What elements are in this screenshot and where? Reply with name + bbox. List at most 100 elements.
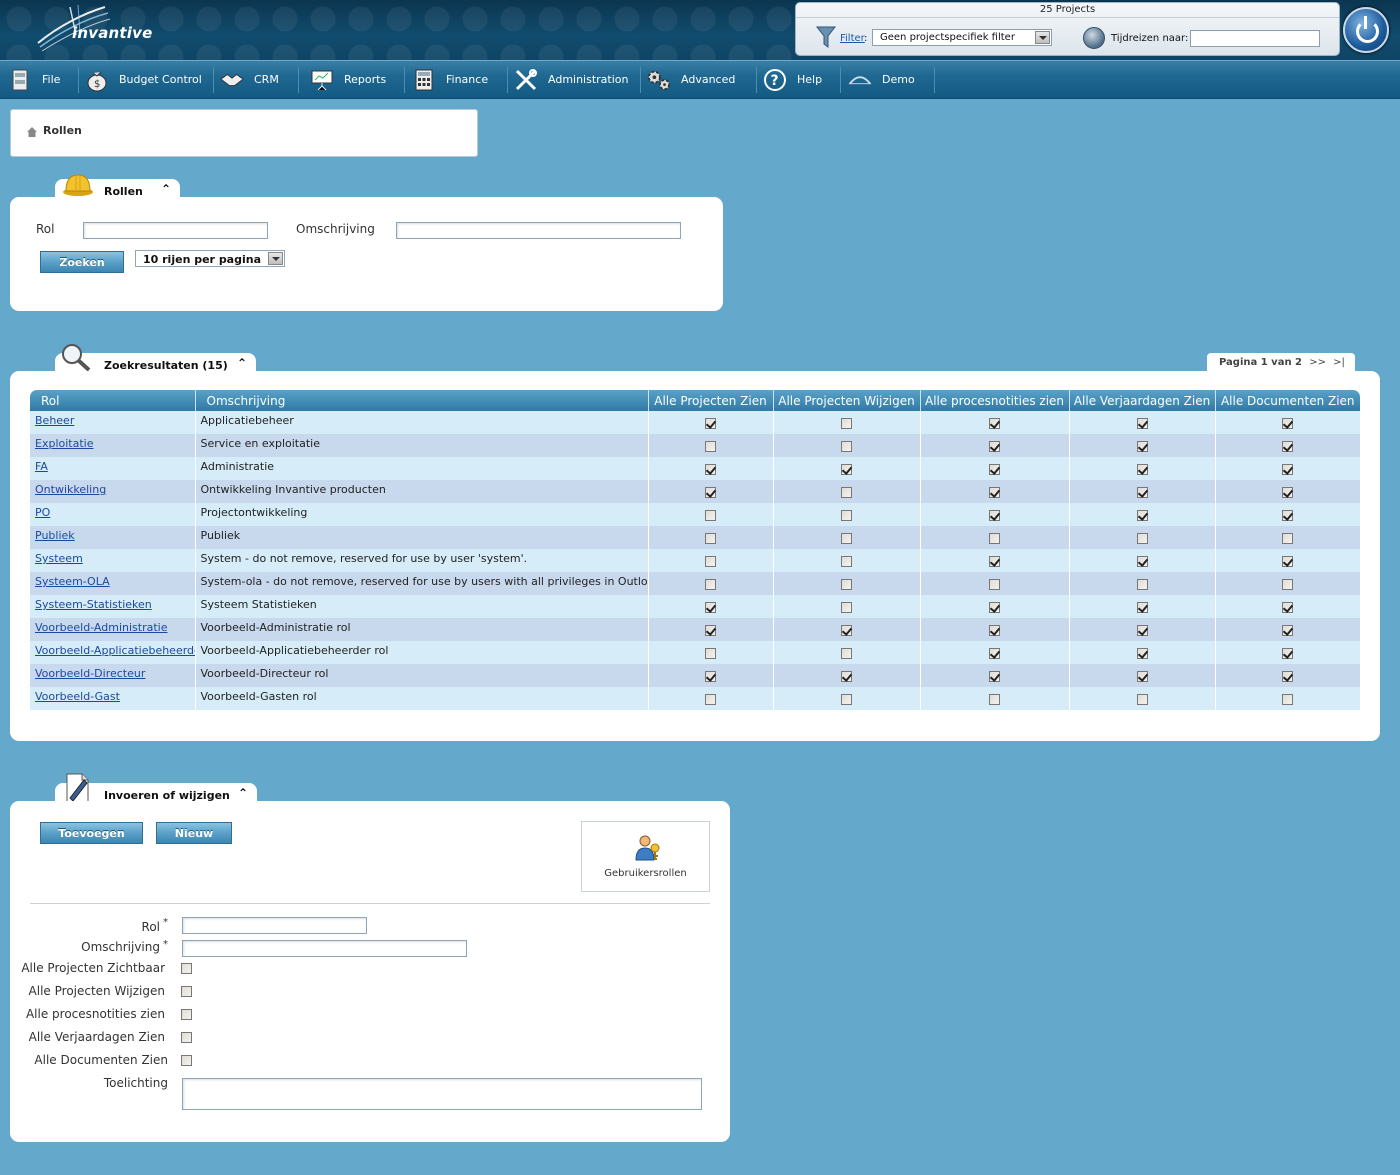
alle-verjaardagen-zien-checkbox[interactable] bbox=[181, 1032, 192, 1043]
column-header-alle-projecten-zien[interactable]: Alle Projecten Zien bbox=[648, 390, 774, 411]
cell-alle-verjaardagen-zien bbox=[1069, 457, 1216, 480]
search-button[interactable]: Zoeken bbox=[40, 251, 124, 273]
cell-alle-documenten-zien bbox=[1215, 618, 1361, 641]
cell-alle-projecten-wijzigen bbox=[773, 457, 921, 480]
menu-file[interactable]: File bbox=[8, 61, 60, 98]
pager-text: Pagina 1 van 2 bbox=[1219, 357, 1303, 368]
power-icon[interactable] bbox=[1343, 7, 1389, 53]
alle-projecten-wijzigen-checkbox bbox=[841, 486, 852, 498]
alle-documenten-zien-checkbox[interactable] bbox=[181, 1055, 192, 1066]
rol-input[interactable] bbox=[182, 917, 367, 934]
role-link[interactable]: Voorbeeld-Administratie bbox=[35, 621, 168, 634]
menu-demo[interactable]: Demo bbox=[848, 61, 915, 98]
role-link[interactable]: Voorbeeld-Directeur bbox=[35, 667, 145, 680]
cell-alle-projecten-zien bbox=[648, 526, 774, 549]
role-link[interactable]: Systeem-OLA bbox=[35, 575, 110, 588]
cell-alle-projecten-zien bbox=[648, 687, 774, 710]
cell-alle-projecten-wijzigen bbox=[773, 595, 921, 618]
alle-projecten-zichtbaar-checkbox[interactable] bbox=[181, 963, 192, 974]
alle-procesnotities-zien-checkbox bbox=[989, 486, 1000, 498]
alle-documenten-zien-checkbox bbox=[1282, 532, 1293, 544]
file-cabinet-icon bbox=[8, 68, 32, 92]
cell-rol: Systeem bbox=[30, 549, 196, 572]
omschrijving-search-input[interactable] bbox=[396, 222, 681, 239]
alle-projecten-wijzigen-checkbox bbox=[841, 509, 852, 521]
cell-alle-procesnotities-zien bbox=[920, 572, 1070, 595]
menu-divider bbox=[298, 67, 299, 93]
role-link[interactable]: Publiek bbox=[35, 529, 75, 542]
chevron-down-icon[interactable] bbox=[1035, 31, 1050, 44]
menu-budget-control[interactable]: $ Budget Control bbox=[85, 61, 202, 98]
divider bbox=[30, 903, 710, 904]
alle-projecten-wijzigen-checkbox bbox=[841, 532, 852, 544]
table-row: Voorbeeld-Gast Voorbeeld-Gasten rol bbox=[30, 687, 1361, 710]
alle-verjaardagen-zien-checkbox bbox=[1136, 578, 1148, 590]
alle-projecten-wijzigen-checkbox bbox=[841, 601, 852, 613]
menu-label: Finance bbox=[446, 73, 489, 86]
cell-alle-projecten-wijzigen bbox=[773, 549, 921, 572]
new-button[interactable]: Nieuw bbox=[156, 822, 232, 844]
cell-alle-verjaardagen-zien bbox=[1069, 664, 1216, 687]
cell-alle-procesnotities-zien bbox=[920, 480, 1070, 503]
cell-alle-verjaardagen-zien bbox=[1069, 687, 1216, 710]
menu-divider bbox=[840, 67, 841, 93]
column-header-alle-verjaardagen-zien[interactable]: Alle Verjaardagen Zien bbox=[1069, 390, 1216, 411]
table-row: Systeem System - do not remove, reserved … bbox=[30, 549, 1361, 572]
main-menu: File $ Budget Control CRM Reports Financ… bbox=[0, 60, 1400, 99]
cell-alle-verjaardagen-zien bbox=[1069, 572, 1216, 595]
menu-divider bbox=[404, 67, 405, 93]
menu-divider bbox=[507, 67, 508, 93]
role-link[interactable]: PO bbox=[35, 506, 50, 519]
menu-administration[interactable]: Administration bbox=[514, 61, 629, 98]
add-button[interactable]: Toevoegen bbox=[40, 822, 143, 844]
home-icon[interactable] bbox=[27, 127, 37, 137]
role-link[interactable]: Voorbeeld-Gast bbox=[35, 690, 120, 703]
column-header-omschrijving[interactable]: Omschrijving bbox=[195, 390, 649, 411]
time-travel-input[interactable] bbox=[1190, 30, 1320, 47]
project-filter-select[interactable]: Geen projectspecifiek filter bbox=[872, 29, 1052, 46]
funnel-icon[interactable] bbox=[816, 25, 836, 49]
pager-last-link[interactable]: >| bbox=[1333, 357, 1345, 368]
user-roles-button[interactable]: Gebruikersrollen bbox=[581, 821, 710, 892]
pager-next-link[interactable]: >> bbox=[1309, 357, 1326, 368]
table-row: PO Projectontwikkeling bbox=[30, 503, 1361, 526]
role-link[interactable]: Exploitatie bbox=[35, 437, 93, 450]
alle-procesnotities-zien-checkbox[interactable] bbox=[181, 1009, 192, 1020]
collapse-icon[interactable]: ⌃ bbox=[161, 182, 171, 196]
collapse-icon[interactable]: ⌃ bbox=[237, 356, 247, 370]
alle-projecten-zien-checkbox bbox=[705, 670, 716, 682]
filter-link[interactable]: Filter bbox=[840, 33, 865, 44]
alle-projecten-wijzigen-checkbox bbox=[841, 578, 852, 590]
menu-crm[interactable]: CRM bbox=[220, 61, 279, 98]
role-link[interactable]: Ontwikkeling bbox=[35, 483, 106, 496]
menu-help[interactable]: ? Help bbox=[763, 61, 822, 98]
alle-procesnotities-zien-checkbox bbox=[989, 555, 1000, 567]
breadcrumb-current: Rollen bbox=[43, 124, 82, 137]
menu-label: Reports bbox=[344, 73, 387, 86]
column-header-alle-documenten-zien[interactable]: Alle Documenten Zien bbox=[1215, 390, 1360, 411]
rows-per-page-select[interactable]: 10 rijen per pagina bbox=[135, 250, 285, 267]
role-link[interactable]: Systeem-Statistieken bbox=[35, 598, 152, 611]
chevron-down-icon[interactable] bbox=[268, 252, 283, 265]
collapse-icon[interactable]: ⌃ bbox=[238, 786, 248, 800]
omschrijving-input[interactable] bbox=[182, 940, 467, 957]
role-link[interactable]: Beheer bbox=[35, 414, 74, 427]
alle-procesnotities-zien-checkbox bbox=[989, 578, 1000, 590]
cell-rol: Voorbeeld-Gast bbox=[30, 687, 196, 710]
column-header-rol[interactable]: Rol bbox=[30, 390, 196, 411]
cell-alle-documenten-zien bbox=[1215, 457, 1361, 480]
alle-verjaardagen-zien-checkbox bbox=[1136, 601, 1148, 613]
column-header-alle-projecten-wijzigen[interactable]: Alle Projecten Wijzigen bbox=[773, 390, 921, 411]
alle-projecten-zien-checkbox bbox=[705, 463, 716, 475]
role-link[interactable]: Voorbeeld-Applicatiebeheerder bbox=[35, 644, 194, 657]
menu-label: Demo bbox=[882, 73, 915, 86]
menu-advanced[interactable]: Advanced bbox=[647, 61, 735, 98]
rol-search-input[interactable] bbox=[83, 222, 268, 239]
toelichting-textarea[interactable] bbox=[182, 1078, 702, 1110]
menu-finance[interactable]: Finance bbox=[412, 61, 488, 98]
role-link[interactable]: Systeem bbox=[35, 552, 83, 565]
role-link[interactable]: FA bbox=[35, 460, 48, 473]
column-header-alle-procesnotities-zien[interactable]: Alle procesnotities zien bbox=[920, 390, 1070, 411]
menu-reports[interactable]: Reports bbox=[310, 61, 386, 98]
alle-projecten-wijzigen-checkbox[interactable] bbox=[181, 986, 192, 997]
